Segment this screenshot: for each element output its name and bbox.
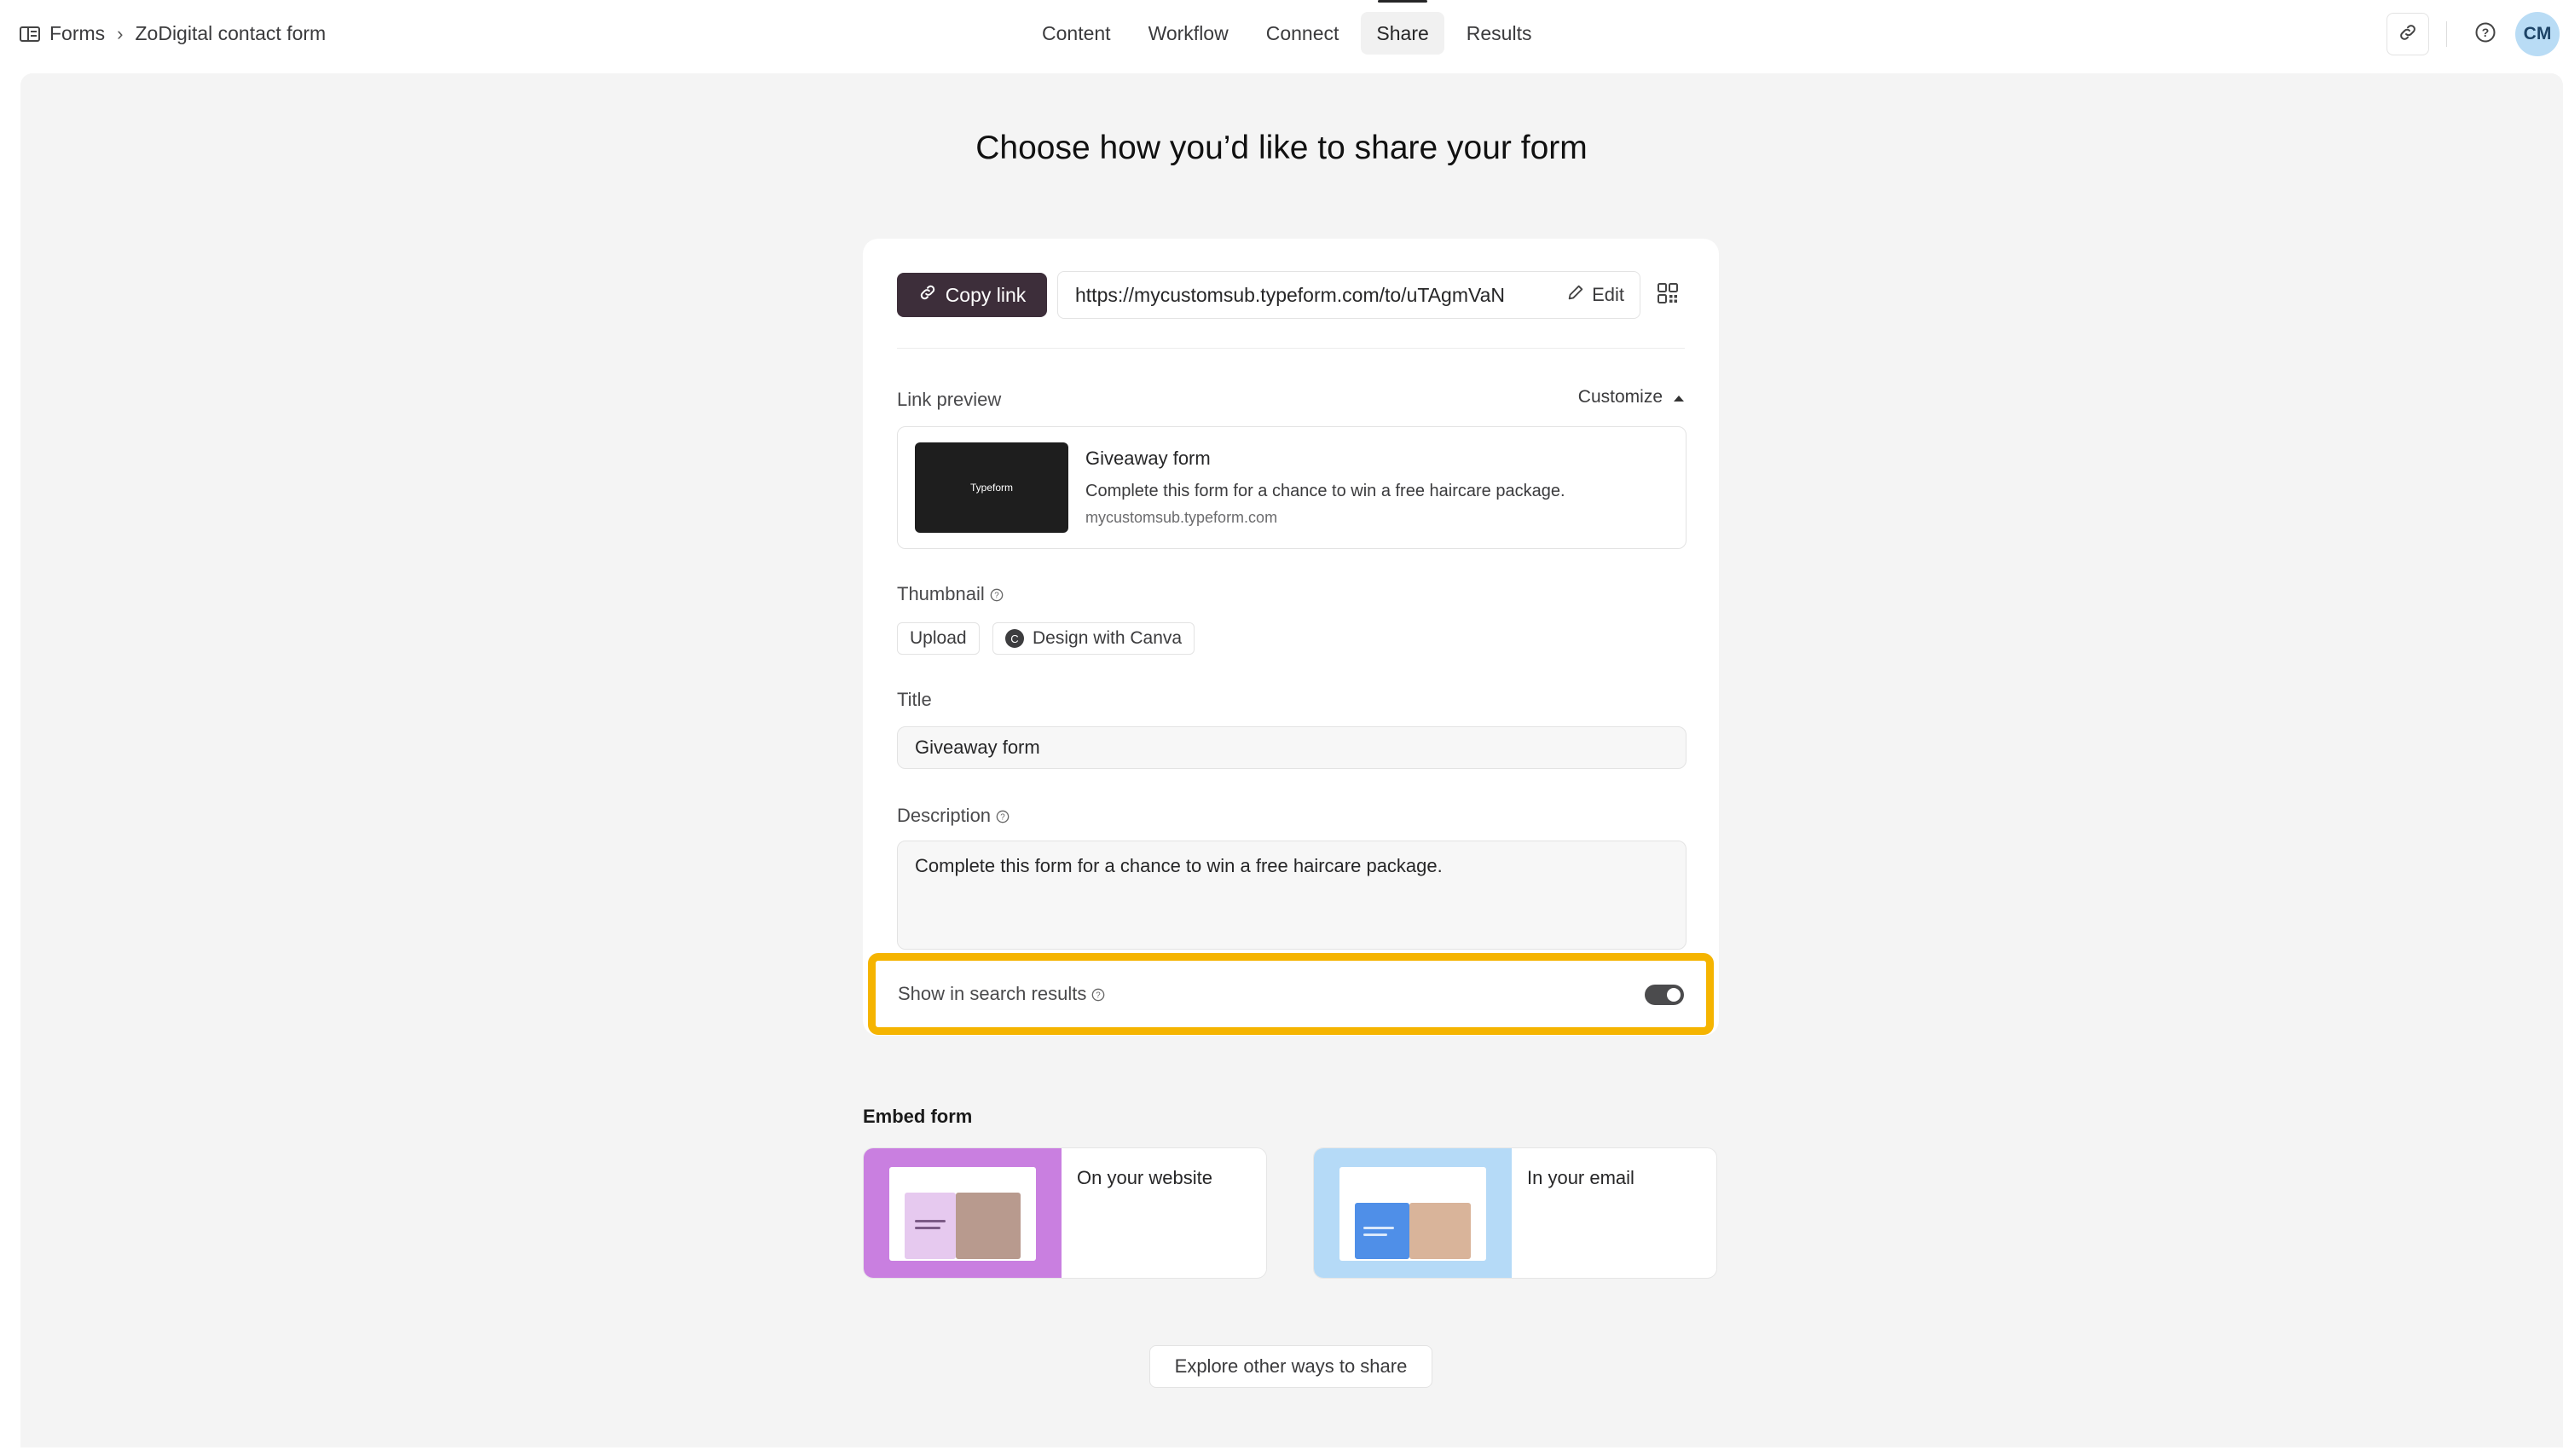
avatar[interactable]: CM [2515, 12, 2560, 56]
svg-text:?: ? [1000, 813, 1005, 823]
tab-results[interactable]: Results [1451, 12, 1548, 55]
description-label: Description [897, 805, 992, 826]
divider [2446, 21, 2447, 47]
customize-toggle[interactable]: Customize [1578, 387, 1685, 407]
embed-email-label: In your email [1527, 1167, 1634, 1188]
help-icon: ? [2474, 21, 2496, 48]
preview-thumbnail: Typeform [915, 442, 1068, 533]
main-tabs: Content Workflow Connect Share Results [1023, 0, 1550, 55]
share-url-text: https://mycustomsub.typeform.com/to/uTAg… [1075, 283, 1506, 306]
embed-email-option[interactable]: In your email [1313, 1147, 1717, 1279]
tab-workflow[interactable]: Workflow [1133, 12, 1244, 55]
thumbnail-label-row: Thumbnail ? [897, 583, 1004, 605]
svg-text:?: ? [994, 592, 999, 601]
info-icon[interactable]: ? [996, 809, 1010, 823]
share-link-button[interactable] [2387, 13, 2429, 55]
tab-content[interactable]: Content [1027, 12, 1126, 55]
info-icon[interactable]: ? [1091, 987, 1105, 1002]
svg-text:?: ? [2482, 26, 2490, 39]
link-icon [918, 283, 937, 307]
chevron-right-icon: › [117, 22, 124, 44]
link-icon [2398, 22, 2418, 47]
link-preview-label: Link preview [897, 389, 1002, 410]
pencil-icon [1566, 283, 1585, 307]
search-results-toggle[interactable] [1645, 985, 1684, 1005]
share-link-card: Copy link https://mycustomsub.typeform.c… [863, 239, 1719, 1036]
embed-website-option[interactable]: On your website [863, 1147, 1267, 1279]
website-embed-illustration [864, 1148, 1062, 1278]
breadcrumb-forms-link[interactable]: Forms [49, 22, 105, 45]
preview-title: Giveaway form [1085, 448, 1211, 469]
help-button[interactable]: ? [2464, 13, 2507, 55]
qr-code-icon [1657, 282, 1679, 309]
copy-link-label: Copy link [945, 283, 1027, 306]
description-textarea[interactable]: Complete this form for a chance to win a… [897, 841, 1686, 950]
search-results-setting: Show in search results ? [868, 953, 1714, 1035]
top-bar: Forms › ZoDigital contact form Content W… [0, 0, 2563, 72]
thumbnail-label: Thumbnail [897, 583, 985, 604]
forms-icon[interactable] [19, 23, 41, 45]
preview-domain: mycustomsub.typeform.com [1085, 509, 1278, 526]
title-label: Title [897, 689, 932, 710]
explore-other-ways-button[interactable]: Explore other ways to share [1149, 1345, 1432, 1388]
link-preview-card: Typeform Giveaway form Complete this for… [897, 426, 1686, 549]
customize-label: Customize [1577, 387, 1663, 407]
share-url-field[interactable]: https://mycustomsub.typeform.com/to/uTAg… [1057, 271, 1640, 319]
caret-up-icon [1673, 387, 1685, 407]
embed-form-heading: Embed form [863, 1106, 973, 1127]
qr-code-button[interactable] [1651, 278, 1685, 312]
page-title: Choose how you’d like to share your form [975, 130, 1588, 166]
preview-description: Complete this form for a chance to win a… [1085, 482, 1565, 500]
canva-icon: C [1005, 629, 1024, 648]
title-input[interactable]: Giveaway form [897, 726, 1686, 769]
breadcrumb-current-form[interactable]: ZoDigital contact form [136, 22, 327, 45]
top-actions: ? CM [2387, 12, 2563, 56]
canva-label: Design with Canva [1033, 628, 1183, 648]
search-results-label: Show in search results [898, 983, 1087, 1004]
tab-connect[interactable]: Connect [1251, 12, 1355, 55]
embed-website-label: On your website [1077, 1167, 1212, 1188]
design-with-canva-button[interactable]: C Design with Canva [992, 622, 1195, 655]
copy-link-button[interactable]: Copy link [897, 273, 1047, 317]
description-label-row: Description ? [897, 805, 1010, 827]
svg-text:?: ? [1096, 991, 1102, 1001]
edit-url-button[interactable]: Edit [1566, 272, 1624, 318]
breadcrumb: Forms › ZoDigital contact form [19, 22, 326, 45]
divider [897, 348, 1685, 349]
search-results-label-row: Show in search results ? [898, 983, 1105, 1005]
upload-button[interactable]: Upload [897, 622, 980, 655]
email-embed-illustration [1314, 1148, 1512, 1278]
edit-label: Edit [1592, 284, 1624, 305]
tab-share[interactable]: Share [1361, 0, 1444, 55]
info-icon[interactable]: ? [990, 587, 1004, 602]
